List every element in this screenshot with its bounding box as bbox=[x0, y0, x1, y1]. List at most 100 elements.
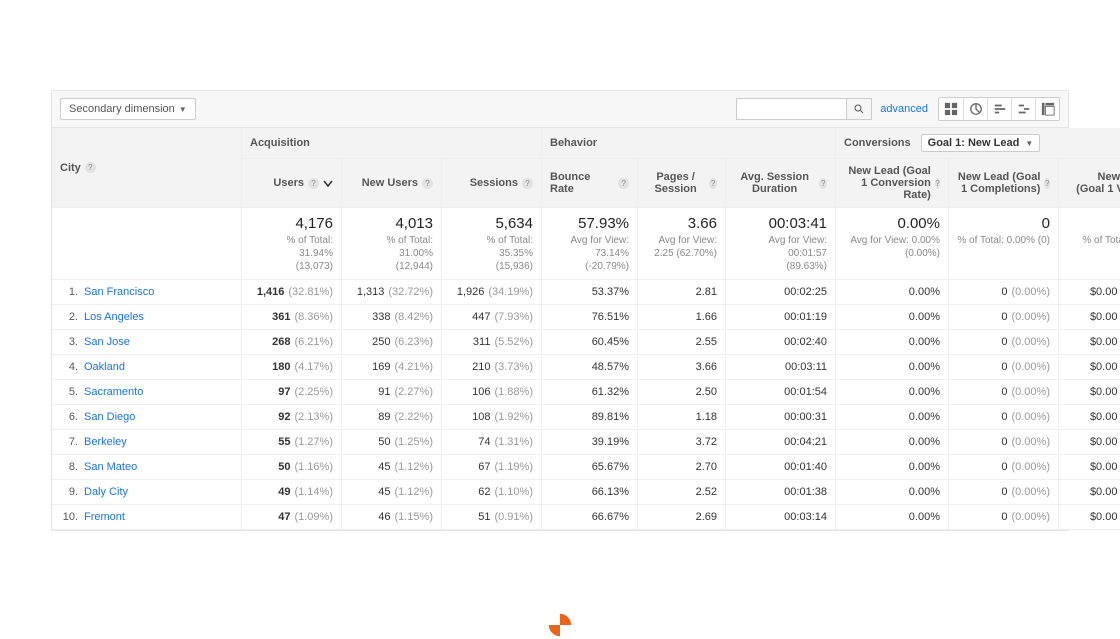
secondary-dimension-button[interactable]: Secondary dimension ▼ bbox=[60, 98, 196, 120]
cell-pps: 1.18 bbox=[638, 405, 726, 430]
col-new-users-label: New Users bbox=[362, 177, 418, 189]
col-pps-label: Pages / Session bbox=[646, 171, 705, 195]
cell-cr: 0.00% bbox=[836, 505, 949, 530]
view-mode-group bbox=[938, 97, 1060, 121]
city-link[interactable]: Los Angeles bbox=[84, 311, 144, 323]
col-val[interactable]: New Lead (Goal 1 Value)? bbox=[1059, 159, 1120, 208]
table-icon bbox=[944, 102, 958, 116]
search-button[interactable] bbox=[846, 98, 872, 120]
cell-new-users: 169(4.21%) bbox=[342, 355, 442, 380]
col-sessions[interactable]: Sessions? bbox=[442, 159, 542, 208]
help-icon[interactable]: ? bbox=[85, 162, 96, 173]
totals-new-users: 4,013% of Total: 31.00%(12,944) bbox=[342, 208, 442, 280]
cell-users: 49(1.14%) bbox=[242, 480, 342, 505]
col-asd-label: Avg. Session Duration bbox=[734, 171, 815, 195]
col-bounce[interactable]: Bounce Rate? bbox=[542, 159, 638, 208]
cell-asd: 00:01:19 bbox=[726, 305, 836, 330]
col-comp[interactable]: New Lead (Goal 1 Completions)? bbox=[949, 159, 1059, 208]
search-input[interactable] bbox=[736, 98, 846, 120]
cell-city[interactable]: 6.San Diego bbox=[52, 405, 242, 430]
goal-selector[interactable]: Goal 1: New Lead ▼ bbox=[921, 134, 1041, 152]
col-comp-label: New Lead (Goal 1 Completions) bbox=[957, 171, 1040, 195]
cell-asd: 00:03:11 bbox=[726, 355, 836, 380]
help-icon[interactable]: ? bbox=[618, 178, 629, 189]
help-icon[interactable]: ? bbox=[819, 178, 827, 189]
cell-pps: 2.70 bbox=[638, 455, 726, 480]
view-pivot-button[interactable] bbox=[1035, 98, 1059, 120]
col-asd[interactable]: Avg. Session Duration? bbox=[726, 159, 836, 208]
view-table-button[interactable] bbox=[939, 98, 963, 120]
col-users[interactable]: Users ? bbox=[242, 159, 342, 208]
cell-city[interactable]: 5.Sacramento bbox=[52, 380, 242, 405]
city-link[interactable]: San Diego bbox=[84, 411, 135, 423]
col-new-users[interactable]: New Users? bbox=[342, 159, 442, 208]
cell-new-users: 91(2.27%) bbox=[342, 380, 442, 405]
help-icon[interactable]: ? bbox=[1044, 178, 1050, 189]
cell-comp: 0(0.00%) bbox=[949, 480, 1059, 505]
help-icon[interactable]: ? bbox=[709, 178, 717, 189]
cell-users: 92(2.13%) bbox=[242, 405, 342, 430]
city-link[interactable]: San Mateo bbox=[84, 461, 137, 473]
col-city-group[interactable]: City ? bbox=[52, 128, 242, 208]
cell-pps: 2.55 bbox=[638, 330, 726, 355]
city-link[interactable]: San Jose bbox=[84, 336, 130, 348]
cell-users: 50(1.16%) bbox=[242, 455, 342, 480]
cell-asd: 00:01:40 bbox=[726, 455, 836, 480]
totals-val: $0.00% of Total: 0.00%($0.00) bbox=[1059, 208, 1120, 280]
help-icon[interactable]: ? bbox=[522, 178, 533, 189]
col-cr-label: New Lead (Goal 1 Conversion Rate) bbox=[844, 165, 931, 201]
help-icon[interactable]: ? bbox=[422, 178, 433, 189]
totals-comp: 0% of Total: 0.00% (0) bbox=[949, 208, 1059, 280]
cell-sessions: 210(3.73%) bbox=[442, 355, 542, 380]
city-link[interactable]: Fremont bbox=[84, 511, 125, 523]
city-link[interactable]: Daly City bbox=[84, 486, 128, 498]
cell-users: 361(8.36%) bbox=[242, 305, 342, 330]
cell-val: $0.00(0.00%) bbox=[1059, 480, 1120, 505]
cell-bounce: 66.13% bbox=[542, 480, 638, 505]
cell-cr: 0.00% bbox=[836, 330, 949, 355]
cell-sessions: 447(7.93%) bbox=[442, 305, 542, 330]
cell-sessions: 1,926(34.19%) bbox=[442, 280, 542, 305]
cell-comp: 0(0.00%) bbox=[949, 380, 1059, 405]
cell-val: $0.00(0.00%) bbox=[1059, 355, 1120, 380]
col-pps[interactable]: Pages / Session? bbox=[638, 159, 726, 208]
city-link[interactable]: Sacramento bbox=[84, 386, 143, 398]
advanced-link[interactable]: advanced bbox=[880, 103, 928, 115]
cell-new-users: 50(1.25%) bbox=[342, 430, 442, 455]
city-link[interactable]: Berkeley bbox=[84, 436, 127, 448]
cell-sessions: 108(1.92%) bbox=[442, 405, 542, 430]
col-cr[interactable]: New Lead (Goal 1 Conversion Rate)? bbox=[836, 159, 949, 208]
view-comparison-button[interactable] bbox=[1011, 98, 1035, 120]
group-conversions-label: Conversions bbox=[844, 137, 911, 149]
cell-city[interactable]: 9.Daly City bbox=[52, 480, 242, 505]
view-pie-button[interactable] bbox=[963, 98, 987, 120]
city-link[interactable]: Oakland bbox=[84, 361, 125, 373]
cell-city[interactable]: 1.San Francisco bbox=[52, 280, 242, 305]
cell-city[interactable]: 4.Oakland bbox=[52, 355, 242, 380]
cell-city[interactable]: 3.San Jose bbox=[52, 330, 242, 355]
cell-asd: 00:03:14 bbox=[726, 505, 836, 530]
cell-cr: 0.00% bbox=[836, 305, 949, 330]
cell-comp: 0(0.00%) bbox=[949, 280, 1059, 305]
cell-asd: 00:01:54 bbox=[726, 380, 836, 405]
cell-pps: 1.66 bbox=[638, 305, 726, 330]
cell-city[interactable]: 10.Fremont bbox=[52, 505, 242, 530]
view-bar-button[interactable] bbox=[987, 98, 1011, 120]
cell-val: $0.00(0.00%) bbox=[1059, 280, 1120, 305]
cell-city[interactable]: 7.Berkeley bbox=[52, 430, 242, 455]
cell-bounce: 89.81% bbox=[542, 405, 638, 430]
help-icon[interactable]: ? bbox=[308, 178, 319, 189]
cell-val: $0.00(0.00%) bbox=[1059, 455, 1120, 480]
cell-new-users: 45(1.12%) bbox=[342, 480, 442, 505]
help-icon[interactable]: ? bbox=[935, 178, 940, 189]
table-toolbar: Secondary dimension ▼ advanced bbox=[52, 91, 1068, 128]
cell-city[interactable]: 2.Los Angeles bbox=[52, 305, 242, 330]
cell-cr: 0.00% bbox=[836, 480, 949, 505]
cell-cr: 0.00% bbox=[836, 380, 949, 405]
city-link[interactable]: San Francisco bbox=[84, 286, 154, 298]
cell-city[interactable]: 8.San Mateo bbox=[52, 455, 242, 480]
totals-asd: 00:03:41Avg for View: 00:01:57(89.63%) bbox=[726, 208, 836, 280]
cell-pps: 2.52 bbox=[638, 480, 726, 505]
cell-pps: 2.81 bbox=[638, 280, 726, 305]
comparison-icon bbox=[1017, 102, 1031, 116]
